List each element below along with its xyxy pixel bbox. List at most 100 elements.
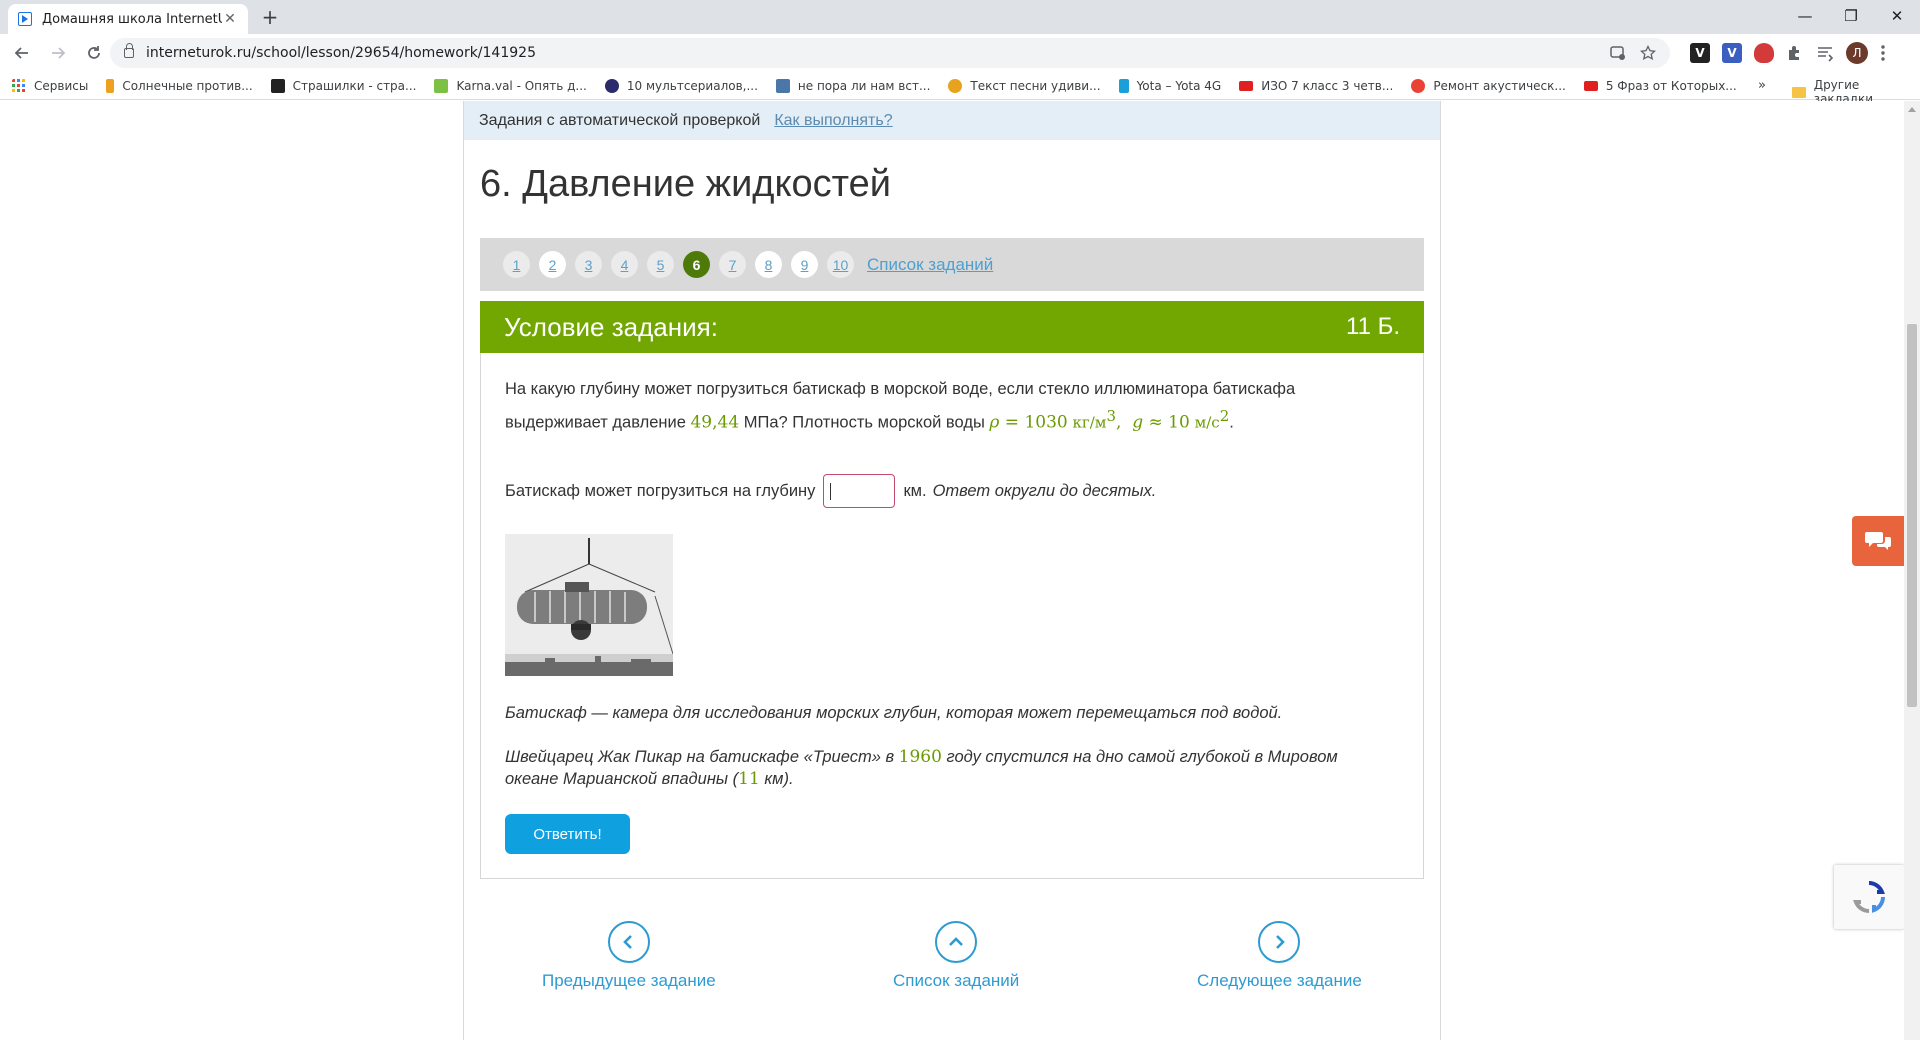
puzzle-extensions-icon[interactable]: [1786, 44, 1804, 62]
rho-symbol: ρ: [989, 412, 1000, 433]
more-menu-icon[interactable]: [1880, 44, 1886, 62]
g-symbol: g: [1132, 412, 1144, 433]
bookmark-label: 5 Фраз от Которых...: [1605, 78, 1737, 93]
chat-bubbles-icon: [1865, 532, 1891, 550]
scroll-up-arrow-icon[interactable]: [1908, 107, 1916, 112]
how-to-link[interactable]: Как выполнять?: [774, 112, 892, 130]
bookmark-label: Сервисы: [34, 78, 89, 93]
recaptcha-badge[interactable]: [1834, 865, 1904, 929]
page-title: 6. Давление жидкостей: [480, 163, 891, 205]
year-value: 1960: [898, 747, 942, 767]
address-bar[interactable]: interneturok.ru/school/lesson/29654/home…: [110, 38, 1670, 68]
bookmark-label: ИЗО 7 класс 3 четв...: [1261, 78, 1394, 93]
bookmark-favicon-icon: [106, 78, 115, 93]
page-scrollbar[interactable]: [1904, 101, 1920, 1040]
bookmark-item[interactable]: Страшилки - стра...: [270, 78, 417, 93]
bookmark-item[interactable]: Текст песни удиви...: [948, 78, 1101, 93]
chevron-up-icon: [935, 921, 978, 963]
page-number-3[interactable]: 3: [575, 251, 602, 278]
reload-button[interactable]: [80, 39, 108, 67]
page-number-4[interactable]: 4: [611, 251, 638, 278]
bookmark-label: Солнечные против...: [122, 78, 253, 93]
task-list-link[interactable]: Список заданий: [867, 255, 993, 275]
reload-icon: [88, 46, 100, 59]
bookmark-favicon-icon: [434, 78, 449, 93]
arrow-left-icon: [14, 47, 28, 59]
v-blue-ext-icon[interactable]: V: [1722, 43, 1742, 63]
previous-task-link[interactable]: Предыдущее задание: [542, 921, 716, 991]
bathyscaphe-photo: [505, 534, 673, 676]
vk-icon: [775, 78, 790, 93]
tab-close-icon[interactable]: ✕: [222, 11, 238, 27]
bookmarks-overflow-button[interactable]: »: [1758, 78, 1766, 93]
bookmark-star-icon[interactable]: [1640, 45, 1656, 61]
bookmark-item[interactable]: Солнечные против...: [106, 78, 253, 93]
translate-icon[interactable]: [1610, 45, 1626, 61]
folder-icon: [1792, 86, 1806, 98]
answer-row: Батискаф может погрузиться на глубину км…: [505, 474, 1156, 508]
profile-avatar[interactable]: Л: [1846, 42, 1868, 64]
back-button[interactable]: [8, 39, 36, 67]
bookmark-item[interactable]: 10 мультсериалов,...: [604, 78, 758, 93]
browser-tab[interactable]: Домашняя школа InternetUrok.r ✕: [8, 4, 248, 34]
maximize-button[interactable]: ❐: [1828, 0, 1874, 32]
bookmark-item[interactable]: Сервисы: [12, 78, 89, 93]
page-number-7[interactable]: 7: [719, 251, 746, 278]
history-note: Швейцарец Жак Пикар на батискафе «Триест…: [505, 746, 1385, 790]
arrow-right-icon: [52, 47, 66, 59]
task-header-title: Условие задания:: [504, 311, 718, 342]
page-number-10[interactable]: 10: [827, 251, 854, 278]
extensions-area: V V Л: [1690, 42, 1886, 64]
answer-label: Батискаф может погрузиться на глубину: [505, 481, 816, 500]
answer-input[interactable]: [823, 474, 896, 508]
bookmark-item[interactable]: ИЗО 7 класс 3 четв...: [1239, 79, 1393, 93]
close-window-button[interactable]: ✕: [1874, 0, 1920, 32]
lock-icon: [124, 43, 134, 58]
page-number-8[interactable]: 8: [755, 251, 782, 278]
bookmark-item[interactable]: Yota – Yota 4G: [1118, 78, 1221, 93]
tab-strip: Домашняя школа InternetUrok.r ✕ + — ❐ ✕: [0, 0, 1920, 34]
bookmark-label: Страшилки - стра...: [292, 78, 417, 93]
page-number-6-active[interactable]: 6: [683, 251, 710, 278]
depth-value: 11: [738, 769, 760, 789]
bookmark-favicon-icon: [270, 78, 285, 93]
answer-hint: Ответ округли до десятых.: [932, 481, 1157, 500]
next-task-link[interactable]: Следующее задание: [1197, 921, 1362, 991]
page-number-2[interactable]: 2: [539, 251, 566, 278]
bathyscaphe-image-icon: [505, 534, 673, 676]
page-number-5[interactable]: 5: [647, 251, 674, 278]
bookmark-label: Текст песни удиви...: [970, 78, 1101, 93]
submit-answer-button[interactable]: Ответить!: [505, 814, 630, 854]
task-list-nav-label: Список заданий: [893, 971, 1020, 990]
task-list-nav-link[interactable]: Список заданий: [893, 921, 1019, 991]
history-text: Швейцарец Жак Пикар на батискафе «Триест…: [505, 748, 899, 766]
shield-ext-icon[interactable]: [1754, 43, 1774, 63]
page-viewport: Задания с автоматической проверкой Как в…: [0, 101, 1904, 1040]
minimize-button[interactable]: —: [1782, 0, 1828, 32]
recaptcha-icon: [1853, 881, 1885, 913]
bottom-navigation: Предыдущее задание Список заданий Следую…: [464, 921, 1440, 1001]
gravity-formula: g ≈ 10: [1132, 413, 1190, 433]
previous-task-label: Предыдущее задание: [542, 971, 716, 990]
reading-list-icon[interactable]: [1816, 44, 1834, 62]
page-number-1[interactable]: 1: [503, 251, 530, 278]
bookmark-label: Karna.val - Опять д...: [456, 78, 587, 93]
site-favicon-icon: [18, 12, 32, 26]
bathyscaphe-definition: Батискаф — камера для исследования морск…: [505, 704, 1283, 722]
g-unit-exponent: 2: [1219, 407, 1230, 425]
chat-button[interactable]: [1852, 516, 1904, 566]
youtube-icon: [1583, 80, 1598, 91]
g-value: ≈ 10: [1143, 412, 1190, 433]
forward-button[interactable]: [44, 39, 72, 67]
next-task-label: Следующее задание: [1197, 971, 1362, 990]
bookmark-item[interactable]: Karna.val - Опять д...: [434, 78, 587, 93]
task-statement: На какую глубину может погрузиться батис…: [505, 380, 1296, 433]
v-dark-ext-icon[interactable]: V: [1690, 43, 1710, 63]
page-number-9[interactable]: 9: [791, 251, 818, 278]
scrollbar-thumb[interactable]: [1907, 324, 1917, 707]
bookmark-item[interactable]: Ремонт акустическ...: [1411, 78, 1566, 93]
bookmark-item[interactable]: не пора ли нам вст...: [775, 78, 930, 93]
bookmark-item[interactable]: 5 Фраз от Которых...: [1583, 78, 1737, 93]
task-pager: 1 2 3 4 5 6 7 8 9 10 Список заданий: [480, 238, 1424, 291]
new-tab-button[interactable]: +: [258, 6, 282, 30]
